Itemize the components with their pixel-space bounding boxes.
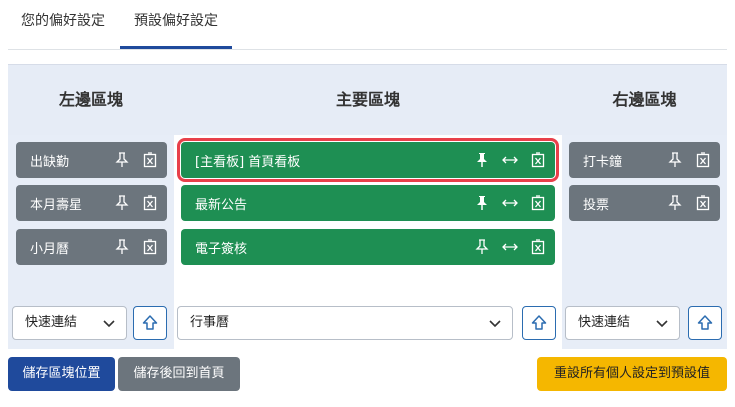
block-label: [主看板] 首頁看板 — [195, 154, 301, 170]
tab-my-preferences[interactable]: 您的偏好設定 — [8, 0, 118, 49]
delete-icon[interactable] — [139, 236, 161, 258]
main-block-select[interactable]: 行事曆 — [177, 306, 513, 340]
reset-all-button[interactable]: 重設所有個人設定到預設值 — [537, 357, 727, 391]
tab-default-preferences[interactable]: 預設偏好設定 — [120, 0, 232, 49]
delete-icon[interactable] — [527, 192, 549, 214]
arrow-up-icon — [697, 315, 713, 330]
right-column-title: 右邊區塊 — [612, 90, 677, 109]
chevron-down-icon — [656, 320, 668, 328]
pin-icon[interactable] — [111, 149, 133, 171]
left-block-select[interactable]: 快速連結 — [12, 306, 127, 340]
pin-icon[interactable] — [664, 149, 686, 171]
left-add-up-button[interactable] — [133, 306, 167, 340]
arrow-up-icon — [531, 315, 547, 330]
block-announcements[interactable]: 最新公告 — [181, 185, 555, 221]
block-main-board[interactable]: [主看板] 首頁看板 — [177, 138, 559, 182]
main-add-up-button[interactable] — [522, 306, 556, 340]
arrow-up-icon — [142, 315, 158, 330]
block-mini-calendar[interactable]: 小月曆 — [16, 229, 167, 265]
save-position-button[interactable]: 儲存區塊位置 — [8, 357, 115, 391]
pin-icon[interactable] — [111, 236, 133, 258]
block-attendance[interactable]: 出缺勤 — [16, 142, 167, 178]
left-column-title: 左邊區塊 — [58, 90, 123, 109]
delete-icon[interactable] — [692, 149, 714, 171]
block-label: 投票 — [583, 197, 610, 213]
block-label: 本月壽星 — [30, 197, 83, 213]
right-add-up-button[interactable] — [688, 306, 722, 340]
select-value: 快速連結 — [578, 315, 631, 330]
main-column-title: 主要區塊 — [335, 90, 400, 109]
block-e-signature[interactable]: 電子簽核 — [181, 229, 555, 265]
block-label: 出缺勤 — [30, 154, 70, 170]
pin-filled-icon[interactable] — [471, 192, 493, 214]
delete-icon[interactable] — [139, 149, 161, 171]
delete-icon[interactable] — [527, 149, 549, 171]
block-label: 小月曆 — [30, 241, 70, 257]
delete-icon[interactable] — [527, 236, 549, 258]
block-label: 打卡鐘 — [583, 154, 623, 170]
delete-icon[interactable] — [692, 192, 714, 214]
delete-icon[interactable] — [139, 192, 161, 214]
pin-icon[interactable] — [471, 236, 493, 258]
preference-tabs: 您的偏好設定 預設偏好設定 — [8, 0, 727, 50]
block-label: 最新公告 — [195, 197, 248, 213]
pin-icon[interactable] — [664, 192, 686, 214]
resize-horizontal-icon[interactable] — [499, 192, 521, 214]
resize-horizontal-icon[interactable] — [499, 149, 521, 171]
block-punch-clock[interactable]: 打卡鐘 — [569, 142, 720, 178]
block-birthday[interactable]: 本月壽星 — [16, 185, 167, 221]
block-label: 電子簽核 — [195, 241, 248, 257]
chevron-down-icon — [489, 320, 501, 328]
save-return-home-button[interactable]: 儲存後回到首頁 — [118, 357, 240, 391]
resize-horizontal-icon[interactable] — [499, 236, 521, 258]
select-value: 快速連結 — [25, 315, 78, 330]
pin-filled-icon[interactable] — [471, 149, 493, 171]
right-block-select[interactable]: 快速連結 — [565, 306, 680, 340]
pin-icon[interactable] — [111, 192, 133, 214]
block-vote[interactable]: 投票 — [569, 185, 720, 221]
chevron-down-icon — [103, 320, 115, 328]
select-value: 行事曆 — [190, 315, 230, 330]
